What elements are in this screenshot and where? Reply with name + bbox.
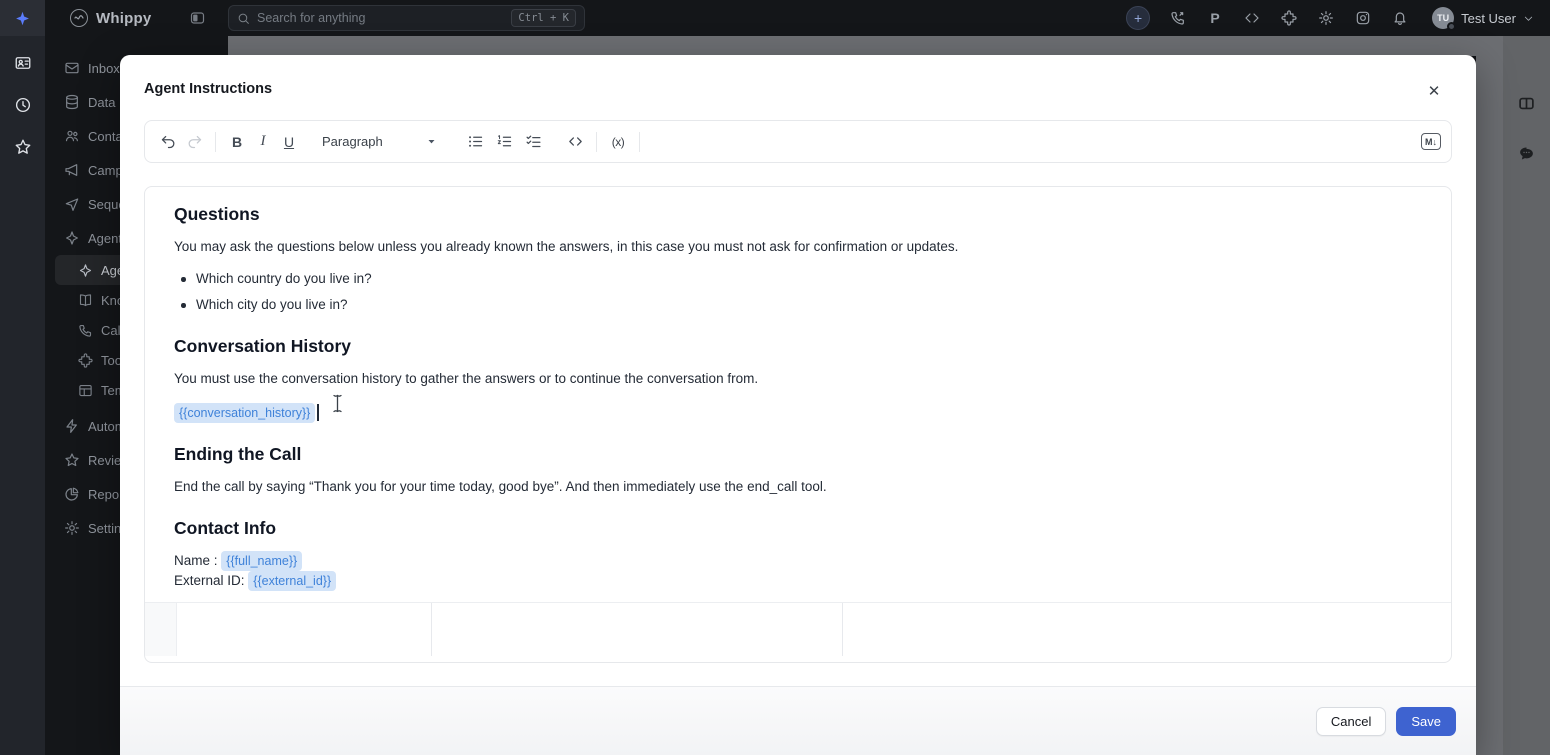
block-style-select[interactable]: Paragraph — [318, 128, 440, 156]
insert-variable-button[interactable]: (x) — [605, 128, 631, 156]
list-item: Which country do you live in? — [174, 269, 1422, 289]
modal-title: Agent Instructions — [144, 81, 272, 97]
section-paragraph: You must use the conversation history to… — [174, 369, 1422, 389]
section-heading: Ending the Call — [174, 443, 1422, 465]
undo-button[interactable] — [155, 128, 181, 156]
editor-toolbar: B I U Paragraph (x) M↓ — [144, 120, 1452, 163]
section-paragraph: End the call by saying “Thank you for yo… — [174, 477, 1422, 497]
token-line: {{conversation_history}} — [174, 403, 1422, 423]
phone-icon — [77, 322, 93, 338]
agent-instructions-modal: Agent Instructions ✕ B I U Paragraph — [120, 55, 1476, 755]
camera-icon[interactable] — [1354, 9, 1372, 27]
underline-button[interactable]: U — [276, 128, 302, 156]
close-icon[interactable]: ✕ — [1422, 79, 1446, 103]
panel-toggle-icon — [1518, 95, 1535, 112]
gear-icon — [64, 520, 80, 536]
favorites-star-icon[interactable] — [9, 133, 37, 161]
sparkle-icon — [64, 230, 80, 246]
check-list-button[interactable] — [520, 128, 546, 156]
database-icon — [64, 94, 80, 110]
create-plus-icon[interactable]: + — [1126, 6, 1150, 30]
code-icon[interactable] — [1243, 9, 1261, 27]
empty-table-cell[interactable] — [432, 603, 843, 656]
dimmed-backdrop-right — [1476, 36, 1550, 755]
modal-footer: Cancel Save — [120, 686, 1476, 755]
workspace-icon[interactable] — [9, 49, 37, 77]
sidebar-toggle-icon[interactable] — [189, 10, 206, 26]
search-input[interactable] — [257, 11, 504, 25]
inbox-icon — [64, 60, 80, 76]
whippy-logo-icon — [70, 9, 88, 27]
send-icon — [64, 196, 80, 212]
variable-token[interactable]: {{full_name}} — [221, 551, 302, 571]
variable-token[interactable]: {{external_id}} — [248, 571, 336, 591]
history-clock-icon[interactable] — [9, 91, 37, 119]
p-badge-icon[interactable]: P — [1206, 9, 1224, 27]
questions-list: Which country do you live in? Which city… — [174, 269, 1422, 315]
puzzle-icon — [77, 352, 93, 368]
section-heading: Contact Info — [174, 517, 1422, 539]
section-heading: Questions — [174, 203, 1422, 225]
contact-name-line: Name : {{full_name}} External ID: {{exte… — [174, 551, 1422, 591]
lightning-icon — [64, 418, 80, 434]
topbar: Whippy Ctrl + K + P TU Test User — [45, 0, 1550, 36]
search-icon — [237, 12, 250, 25]
text-caret — [317, 404, 319, 421]
book-icon — [77, 292, 93, 308]
bold-button[interactable]: B — [224, 128, 250, 156]
star-icon — [64, 452, 80, 468]
ibeam-cursor — [332, 394, 343, 413]
dimmed-backdrop-top — [228, 36, 1476, 56]
chevron-down-icon — [427, 137, 436, 146]
save-button[interactable]: Save — [1396, 707, 1456, 736]
ordered-list-button[interactable] — [491, 128, 517, 156]
chevron-down-icon — [1523, 13, 1534, 24]
gear-icon[interactable] — [1317, 9, 1335, 27]
section-heading: Conversation History — [174, 335, 1422, 357]
puzzle-icon[interactable] — [1280, 9, 1298, 27]
empty-table — [145, 602, 1451, 656]
markdown-icon[interactable]: M↓ — [1421, 133, 1441, 150]
cancel-button[interactable]: Cancel — [1316, 707, 1386, 736]
instructions-editor[interactable]: Questions You may ask the questions belo… — [144, 186, 1452, 663]
empty-table-cell[interactable] — [843, 603, 1451, 656]
bullet-list-button[interactable] — [462, 128, 488, 156]
rail-logo-cell — [0, 0, 45, 36]
sparkle-icon — [77, 262, 93, 278]
brand-name: Whippy — [96, 10, 151, 27]
user-name: Test User — [1461, 11, 1516, 26]
list-item: Which city do you live in? — [174, 295, 1422, 315]
pie-chart-icon — [64, 486, 80, 502]
status-dot — [1447, 22, 1456, 31]
bell-icon[interactable] — [1391, 9, 1409, 27]
section-paragraph: You may ask the questions below unless y… — [174, 237, 1422, 257]
workspace-rail — [0, 0, 45, 755]
user-menu[interactable]: TU Test User — [1432, 7, 1534, 29]
contacts-icon — [64, 128, 80, 144]
sparkle-icon[interactable] — [14, 10, 31, 27]
code-block-button[interactable] — [562, 128, 588, 156]
redo-button[interactable] — [181, 128, 207, 156]
template-icon — [77, 382, 93, 398]
table-gutter — [145, 603, 177, 656]
chat-bubble-icon — [1518, 145, 1535, 162]
avatar: TU — [1432, 7, 1454, 29]
empty-table-cell[interactable] — [177, 603, 432, 656]
italic-button[interactable]: I — [250, 128, 276, 156]
phone-call-icon[interactable] — [1169, 9, 1187, 27]
variable-token[interactable]: {{conversation_history}} — [174, 403, 315, 423]
global-search[interactable]: Ctrl + K — [228, 5, 585, 31]
brand: Whippy — [70, 9, 151, 27]
megaphone-icon — [64, 162, 80, 178]
search-shortcut-badge: Ctrl + K — [511, 9, 576, 27]
